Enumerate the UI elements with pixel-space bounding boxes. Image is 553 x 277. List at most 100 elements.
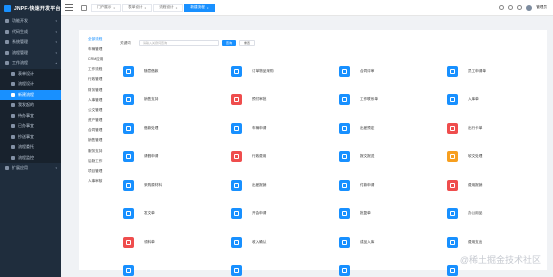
- flow-card[interactable]: 开会申请: [223, 200, 331, 228]
- flow-label: 随意借款: [144, 68, 159, 73]
- flow-card[interactable]: 出行卡单: [439, 114, 547, 142]
- tab[interactable]: 流程设计 ×: [153, 3, 184, 12]
- reset-button[interactable]: 重置: [239, 40, 256, 46]
- flow-card[interactable]: 费用支出: [439, 228, 547, 256]
- flow-card[interactable]: 成品入库: [331, 228, 439, 256]
- flow-card[interactable]: 批复单: [331, 200, 439, 228]
- sidebar-item[interactable]: 流程管理 ▾: [0, 48, 61, 59]
- avatar[interactable]: [526, 4, 533, 11]
- flow-icon: [447, 236, 458, 248]
- category-item[interactable]: 全部流程: [79, 34, 115, 44]
- flow-card[interactable]: [223, 257, 331, 277]
- search-icon[interactable]: [499, 5, 505, 10]
- search-input[interactable]: 请输入关键词查询: [139, 40, 219, 46]
- close-icon[interactable]: ×: [145, 6, 147, 10]
- sidebar-item[interactable]: 我发起的: [0, 100, 61, 111]
- search-button[interactable]: 查询: [222, 40, 237, 46]
- sidebar-item[interactable]: 流程监控: [0, 152, 61, 163]
- menu-toggle-icon[interactable]: [65, 4, 73, 12]
- flow-card[interactable]: 借款处理: [115, 114, 223, 142]
- flow-icon: [447, 179, 458, 191]
- flow-card[interactable]: 入库单: [439, 86, 547, 114]
- send-icon: [11, 103, 15, 108]
- sidebar-item[interactable]: 表单设计: [0, 68, 61, 79]
- flow-card[interactable]: 费用报销: [439, 171, 547, 199]
- flow-card[interactable]: 出差报销: [223, 171, 331, 199]
- tab[interactable]: 新建流程 ×: [184, 3, 215, 12]
- category-item[interactable]: 合同管理: [79, 126, 115, 136]
- category-item[interactable]: 财务管理: [79, 85, 115, 95]
- tab-label: 表单设计: [128, 5, 143, 9]
- flow-card[interactable]: 随意借款: [115, 57, 223, 85]
- sidebar-item[interactable]: 系统管理 ▾: [0, 37, 61, 48]
- home-icon[interactable]: [81, 4, 87, 11]
- flow-card[interactable]: 请假申请: [115, 143, 223, 171]
- flow-card[interactable]: 订单物品采购: [223, 57, 331, 85]
- category-item[interactable]: 人事管理: [79, 95, 115, 105]
- done-icon: [11, 124, 15, 129]
- flow-card[interactable]: 销售支持: [115, 86, 223, 114]
- chevron-icon: ▴: [55, 61, 57, 66]
- chevron-icon: ▾: [55, 19, 57, 24]
- close-icon[interactable]: ×: [113, 6, 115, 10]
- flow-card[interactable]: 办公用品: [439, 200, 547, 228]
- flow-card[interactable]: [115, 257, 223, 277]
- sidebar-item[interactable]: 扩展应用 ▾: [0, 163, 61, 174]
- flow-panel: 关键词 请输入关键词查询 查询 重置 随意借款 订单物品采购 合同评审 员工申请单 销售…: [115, 30, 547, 276]
- flow-card[interactable]: 车辆申请: [223, 114, 331, 142]
- category-item[interactable]: 工作流程: [79, 65, 115, 75]
- flow-icon: [231, 236, 242, 248]
- flow-label: 出差报销: [252, 182, 267, 187]
- sidebar-item[interactable]: 流程设计: [0, 79, 61, 90]
- flow-card[interactable]: 出差预定: [331, 114, 439, 142]
- flow-card[interactable]: 软文处理: [439, 143, 547, 171]
- bell-icon[interactable]: [508, 5, 514, 10]
- fullscreen-icon[interactable]: [517, 5, 523, 10]
- sidebar-item[interactable]: 待办事宜: [0, 110, 61, 121]
- flow-card[interactable]: 采购原材料: [115, 171, 223, 199]
- flow-icon: [231, 151, 242, 162]
- sidebar-menu: 功能开发 ▾ 代码生成 ▾ 系统管理 ▾ 流程管理 ▾ 工作流程 ▴ 表单设计 流程设计 新建流程 我发起…: [0, 16, 61, 174]
- flow-card[interactable]: 报文报送: [331, 143, 439, 171]
- flow-card[interactable]: 发文单: [115, 200, 223, 228]
- tab-label: 新建流程: [190, 5, 205, 9]
- close-icon[interactable]: ×: [207, 6, 209, 10]
- flow-card[interactable]: 预付审批: [223, 86, 331, 114]
- sidebar-item[interactable]: 新建流程: [0, 89, 61, 100]
- flow-icon: [231, 94, 242, 105]
- flow-icon: [231, 179, 242, 191]
- sidebar-item[interactable]: 代码生成 ▾: [0, 27, 61, 38]
- flow-card[interactable]: 付款申请: [331, 171, 439, 199]
- flow-card[interactable]: 合同评审: [331, 57, 439, 85]
- sidebar-item-label: 系统管理: [12, 39, 28, 45]
- user-name[interactable]: 管理员: [536, 5, 547, 10]
- tab[interactable]: 门户展示 ×: [91, 3, 122, 12]
- flow-icon: [5, 50, 9, 55]
- flow-card[interactable]: [331, 257, 439, 277]
- app-logo[interactable]: JNPF-快速开发平台: [0, 0, 61, 16]
- category-item[interactable]: 后勤工作: [79, 156, 115, 166]
- home-icon: [5, 19, 9, 24]
- category-item[interactable]: 资产管理: [79, 116, 115, 126]
- flow-card[interactable]: 收入确认: [223, 228, 331, 256]
- category-item[interactable]: CRM应用: [79, 54, 115, 64]
- sidebar-item[interactable]: 功能开发 ▾: [0, 16, 61, 27]
- sidebar-item[interactable]: 已办事宜: [0, 121, 61, 132]
- close-icon[interactable]: ×: [176, 6, 178, 10]
- category-item[interactable]: 行政管理: [79, 75, 115, 85]
- category-item[interactable]: 车辆管理: [79, 44, 115, 54]
- category-item[interactable]: 项目管理: [79, 166, 115, 176]
- flow-icon: [339, 122, 350, 134]
- tab[interactable]: 表单设计 ×: [122, 3, 153, 12]
- sidebar-item[interactable]: 工作流程 ▴: [0, 58, 61, 69]
- sidebar-item[interactable]: 抄送事宜: [0, 131, 61, 142]
- flow-card[interactable]: 工作联系单: [331, 86, 439, 114]
- flow-card[interactable]: 员工申请单: [439, 57, 547, 85]
- category-item[interactable]: 公文管理: [79, 105, 115, 115]
- category-item[interactable]: 服务支持: [79, 146, 115, 156]
- category-item[interactable]: 销售管理: [79, 136, 115, 146]
- sidebar-item[interactable]: 流程委托: [0, 142, 61, 153]
- category-item[interactable]: 人事审核: [79, 177, 115, 187]
- flow-card[interactable]: 行政费用: [223, 143, 331, 171]
- flow-card[interactable]: 领料单: [115, 228, 223, 256]
